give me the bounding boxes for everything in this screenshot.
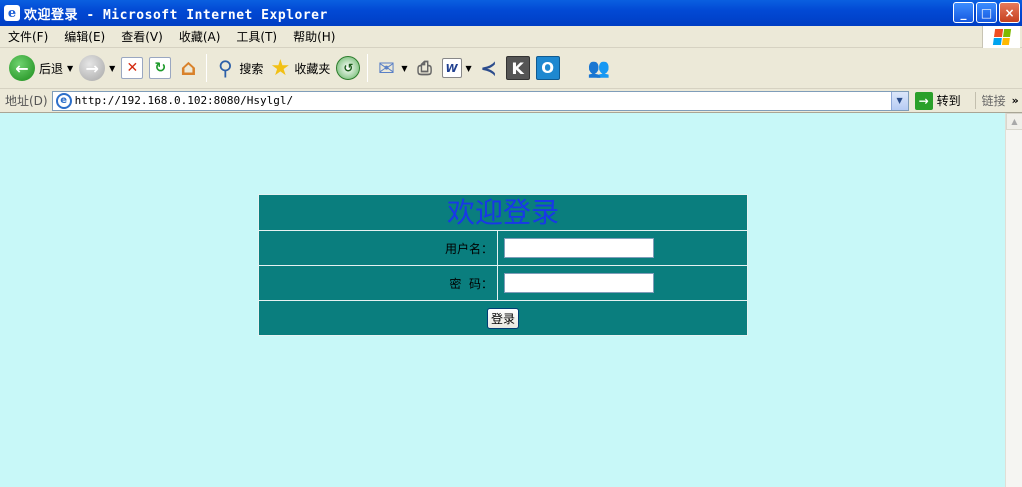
home-button[interactable]: ⌂ <box>174 52 202 84</box>
edit-button[interactable]: W ▼ <box>439 52 475 84</box>
mail-button[interactable]: ✉ ▼ <box>372 52 410 84</box>
login-form: 欢迎登录 用户名： 密 码： 登录 <box>258 194 748 336</box>
username-input[interactable] <box>504 238 654 258</box>
menu-bar: 文件(F) 编辑(E) 查看(V) 收藏(A) 工具(T) 帮助(H) <box>0 26 1022 48</box>
o-button[interactable]: O <box>533 52 563 84</box>
o-icon: O <box>535 56 560 80</box>
history-icon: ↺ <box>336 56 361 80</box>
links-button[interactable]: 链接 <box>974 92 1006 109</box>
menu-tools[interactable]: 工具(T) <box>228 28 285 45</box>
print-button[interactable]: ⎙ <box>411 52 439 84</box>
maximize-button[interactable]: □ <box>976 2 997 23</box>
history-button[interactable]: ↺ <box>333 52 363 84</box>
search-icon: ⚲ <box>218 56 233 80</box>
messenger-icon: 👥 <box>587 57 610 79</box>
search-label: 搜索 <box>239 61 264 76</box>
vertical-scrollbar[interactable]: ▲ <box>1005 113 1022 487</box>
star-icon: ★ <box>270 55 291 81</box>
printer-icon: ⎙ <box>417 57 432 79</box>
messenger-button[interactable]: 👥 <box>585 52 613 84</box>
title-bar: e 欢迎登录 - Microsoft Internet Explorer _ □… <box>0 0 1022 26</box>
page-icon: e <box>55 92 72 109</box>
stop-button[interactable]: ✕ <box>118 52 146 84</box>
scroll-up-icon[interactable]: ▲ <box>1006 113 1022 130</box>
back-button[interactable]: ← 后退 ▼ <box>6 52 76 84</box>
address-dropdown-icon[interactable]: ▼ <box>890 91 908 110</box>
address-label: 地址(D) <box>5 94 48 108</box>
minimize-button[interactable]: _ <box>953 2 974 23</box>
forward-button[interactable]: → ▼ <box>76 52 118 84</box>
menu-file[interactable]: 文件(F) <box>0 28 56 45</box>
window-title: 欢迎登录 - Microsoft Internet Explorer <box>24 7 328 23</box>
go-arrow-icon: → <box>914 91 933 110</box>
go-label: 转到 <box>936 94 961 108</box>
password-label: 密 码： <box>258 265 498 301</box>
home-icon: ⌂ <box>180 55 197 81</box>
wing-icon: ≺ <box>480 56 498 80</box>
menu-view[interactable]: 查看(V) <box>113 28 171 45</box>
windows-flag-icon <box>992 29 1011 45</box>
search-button[interactable]: ⚲ 搜索 <box>211 52 266 84</box>
toolbar-separator <box>367 54 369 82</box>
address-url[interactable]: http://192.168.0.102:8080/Hsylgl/ <box>75 94 294 107</box>
refresh-button[interactable]: ↻ <box>146 52 174 84</box>
chevron-right-icon[interactable]: » <box>1012 94 1019 107</box>
menu-help[interactable]: 帮助(H) <box>285 28 343 45</box>
mail-dropdown-icon[interactable]: ▼ <box>401 64 407 73</box>
close-button[interactable]: × <box>999 2 1020 23</box>
mail-icon: ✉ <box>377 56 395 80</box>
forward-dropdown-icon[interactable]: ▼ <box>109 64 115 73</box>
window-controls: _ □ × <box>953 2 1020 23</box>
favorites-label: 收藏夹 <box>294 61 331 76</box>
address-bar: 地址(D) e http://192.168.0.102:8080/Hsylgl… <box>0 89 1022 113</box>
toolbar-separator <box>206 54 208 82</box>
go-button[interactable]: → 转到 <box>914 91 961 110</box>
back-label: 后退 <box>39 61 64 76</box>
login-button[interactable]: 登录 <box>486 307 519 329</box>
page-content: 欢迎登录 用户名： 密 码： 登录 <box>0 113 1005 487</box>
address-field[interactable]: e http://192.168.0.102:8080/Hsylgl/ ▼ <box>51 90 909 111</box>
refresh-icon: ↻ <box>149 57 172 79</box>
k-icon: K <box>505 56 530 80</box>
k-button[interactable]: K <box>503 52 533 84</box>
back-arrow-icon: ← <box>9 55 35 81</box>
windows-logo <box>982 26 1020 48</box>
back-dropdown-icon[interactable]: ▼ <box>67 64 73 73</box>
edit-dropdown-icon[interactable]: ▼ <box>466 64 472 73</box>
forward-arrow-icon: → <box>79 55 106 81</box>
menu-favorites[interactable]: 收藏(A) <box>171 28 229 45</box>
discuss-button[interactable]: ≺ <box>475 52 503 84</box>
login-title: 欢迎登录 <box>258 194 748 231</box>
menu-edit[interactable]: 编辑(E) <box>56 28 113 45</box>
stop-icon: ✕ <box>121 57 144 79</box>
ie-icon[interactable]: e <box>4 5 20 21</box>
password-input[interactable] <box>504 273 654 293</box>
username-label: 用户名： <box>258 230 498 266</box>
favorites-button[interactable]: ★ 收藏夹 <box>266 52 333 84</box>
word-icon: W <box>441 58 462 78</box>
toolbar: ← 后退 ▼ → ▼ ✕ ↻ ⌂ ⚲ 搜索 ★ 收藏夹 ↺ ✉ ▼ ⎙ W ▼ … <box>0 48 1022 89</box>
